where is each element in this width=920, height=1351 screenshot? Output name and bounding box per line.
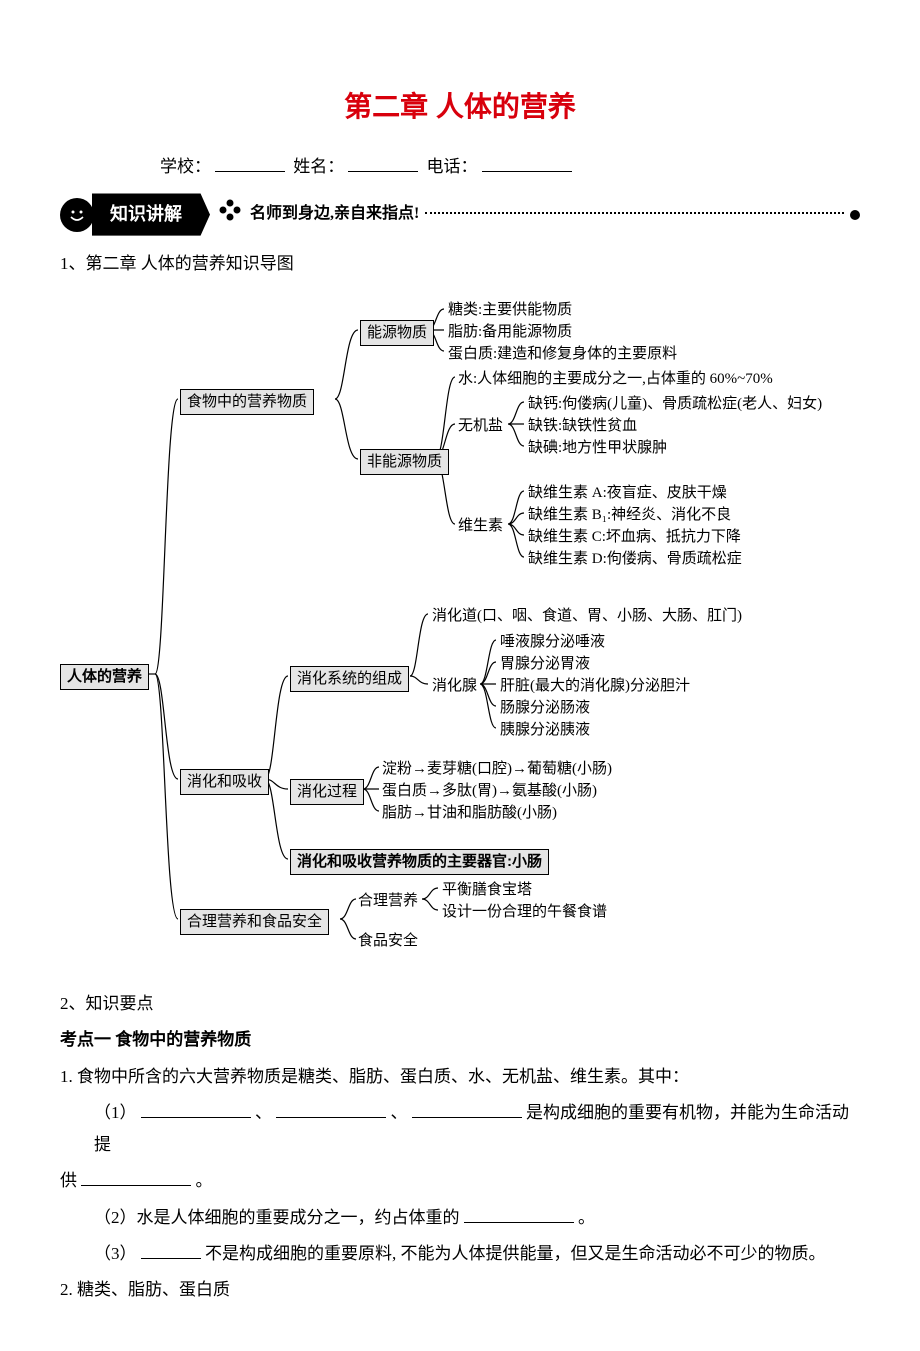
dot-end-icon [850, 210, 860, 220]
node-water: 水:人体细胞的主要成分之一,占体重的 60%~70% [458, 369, 773, 391]
node-root: 人体的营养 [60, 664, 149, 690]
node-mineral-label: 无机盐 [458, 416, 503, 438]
p1-b-text: （2）水是人体细胞的重要成分之一，约占体重的 [94, 1208, 460, 1227]
node-energy-item-1: 脂肪:备用能源物质 [448, 322, 572, 344]
p1-lead: 1. 食物中所含的六大营养物质是糖类、脂肪、蛋白质、水、无机盐、维生素。其中： [60, 1061, 860, 1093]
p1-c-tail: 不是构成细胞的重要原料, 不能为人体提供能量，但又是生命活动必不可少的物质。 [205, 1244, 826, 1263]
blank-1a-4 [81, 1168, 191, 1187]
p1-b-tail: 。 [578, 1208, 595, 1227]
p1-a-mid1: 、 [255, 1103, 272, 1122]
node-food-safe: 食品安全 [358, 931, 418, 953]
label-name: 姓名： [293, 157, 344, 176]
smile-icon [60, 198, 94, 232]
node-gland-label: 消化腺 [432, 676, 477, 698]
blank-1c [141, 1240, 201, 1259]
p1-b: （2）水是人体细胞的重要成分之一，约占体重的 。 [60, 1202, 860, 1234]
blank-1b [464, 1204, 574, 1223]
node-gland-item-4: 胰腺分泌胰液 [500, 720, 590, 742]
ribbon-row: 知识讲解 名师到身边,亲自来指点! [60, 193, 860, 235]
p1-a-cont: 供 。 [60, 1165, 860, 1197]
node-heli-item-0: 平衡膳食宝塔 [442, 880, 532, 902]
node-vitamin-label: 维生素 [458, 516, 503, 538]
node-heli-label: 合理营养 [358, 891, 418, 913]
p1-c-lead: （3） [94, 1244, 137, 1263]
node-gland-item-1: 胃腺分泌胃液 [500, 654, 590, 676]
p1-a-cont-lead: 供 [60, 1171, 77, 1190]
flower-icon [218, 194, 242, 236]
node-vitamin-item-2: 缺维生素 C:坏血病、抵抗力下降 [528, 527, 741, 549]
node-safety: 合理营养和食品安全 [180, 909, 329, 935]
knowledge-map: 人体的营养 食物中的营养物质 能源物质 糖类:主要供能物质 脂肪:备用能源物质 … [60, 284, 860, 984]
node-digproc-item-1: 蛋白质→多肽(胃)→氨基酸(小肠) [382, 781, 597, 803]
node-vitamin-item-3: 缺维生素 D:佝偻病、骨质疏松症 [528, 549, 742, 571]
node-energy: 能源物质 [360, 320, 434, 346]
node-mineral-item-0: 缺钙:佝偻病(儿童)、骨质疏松症(老人、妇女) [528, 394, 822, 416]
blank-phone [482, 153, 572, 173]
section1-label: 1、第二章 人体的营养知识导图 [60, 248, 860, 280]
node-digproc-item-0: 淀粉→麦芽糖(口腔)→葡萄糖(小肠) [382, 759, 612, 781]
node-digproc: 消化过程 [290, 779, 364, 805]
node-digest-absorb: 消化和吸收 [180, 769, 269, 795]
label-phone: 电话： [427, 157, 478, 176]
p1-a-mid2: 、 [391, 1103, 408, 1122]
section2-label: 2、知识要点 [60, 988, 860, 1020]
node-mineral-item-2: 缺碘:地方性甲状腺肿 [528, 438, 667, 460]
ribbon-label: 知识讲解 [92, 193, 210, 235]
p2: 2. 糖类、脂肪、蛋白质 [60, 1274, 860, 1306]
p1-a: （1） 、 、 是构成细胞的重要有机物，并能为生命活动提 [60, 1097, 860, 1162]
node-digsys: 消化系统的组成 [290, 666, 409, 692]
page-title: 第二章 人体的营养 [60, 80, 860, 133]
node-digtract: 消化道(口、咽、食道、胃、小肠、大肠、肛门) [432, 606, 742, 628]
node-nonenergy: 非能源物质 [360, 449, 449, 475]
node-energy-item-2: 蛋白质:建造和修复身体的主要原料 [448, 344, 677, 366]
node-mineral-item-1: 缺铁:缺铁性贫血 [528, 416, 637, 438]
blank-1a-2 [276, 1099, 386, 1118]
blank-1a-3 [412, 1099, 522, 1118]
node-mainorgan: 消化和吸收营养物质的主要器官:小肠 [290, 849, 549, 875]
node-gland-item-2: 肝脏(最大的消化腺)分泌胆汁 [500, 676, 690, 698]
meta-row: 学校： 姓名： 电话： [60, 151, 860, 183]
node-vitamin-item-1: 缺维生素 B₁:神经炎、消化不良 [528, 505, 731, 527]
node-gland-item-0: 唾液腺分泌唾液 [500, 632, 605, 654]
p1-a-prefix: （1） [94, 1103, 137, 1122]
blank-school [215, 153, 285, 173]
p1-a-cont-tail: 。 [196, 1171, 213, 1190]
label-school: 学校： [160, 157, 211, 176]
node-food-nutrients: 食物中的营养物质 [180, 389, 314, 415]
node-vitamin-item-0: 缺维生素 A:夜盲症、皮肤干燥 [528, 483, 727, 505]
node-gland-item-3: 肠腺分泌肠液 [500, 698, 590, 720]
dotted-line [425, 212, 844, 214]
blank-1a-1 [141, 1099, 251, 1118]
kaodian1-head: 考点一 食物中的营养物质 [60, 1024, 860, 1056]
p1-c: （3） 不是构成细胞的重要原料, 不能为人体提供能量，但又是生命活动必不可少的物… [60, 1238, 860, 1270]
node-heli-item-1: 设计一份合理的午餐食谱 [442, 902, 607, 924]
node-energy-item-0: 糖类:主要供能物质 [448, 300, 572, 322]
blank-name [348, 153, 418, 173]
node-digproc-item-2: 脂肪→甘油和脂肪酸(小肠) [382, 803, 557, 825]
ribbon-subtitle: 名师到身边,亲自来指点! [250, 199, 419, 229]
